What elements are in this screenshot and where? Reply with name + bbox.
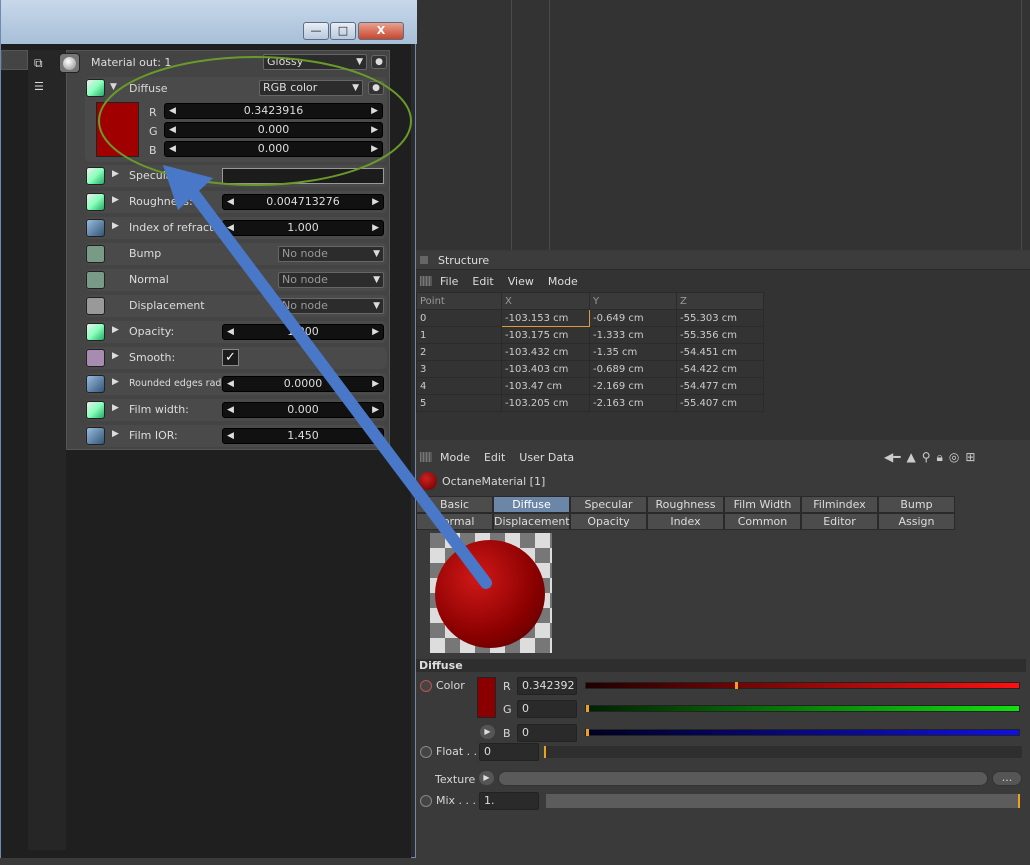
annotation-circle bbox=[98, 56, 412, 186]
annotation-arrow-shaft bbox=[182, 180, 492, 589]
annotation-overlay bbox=[98, 56, 492, 589]
